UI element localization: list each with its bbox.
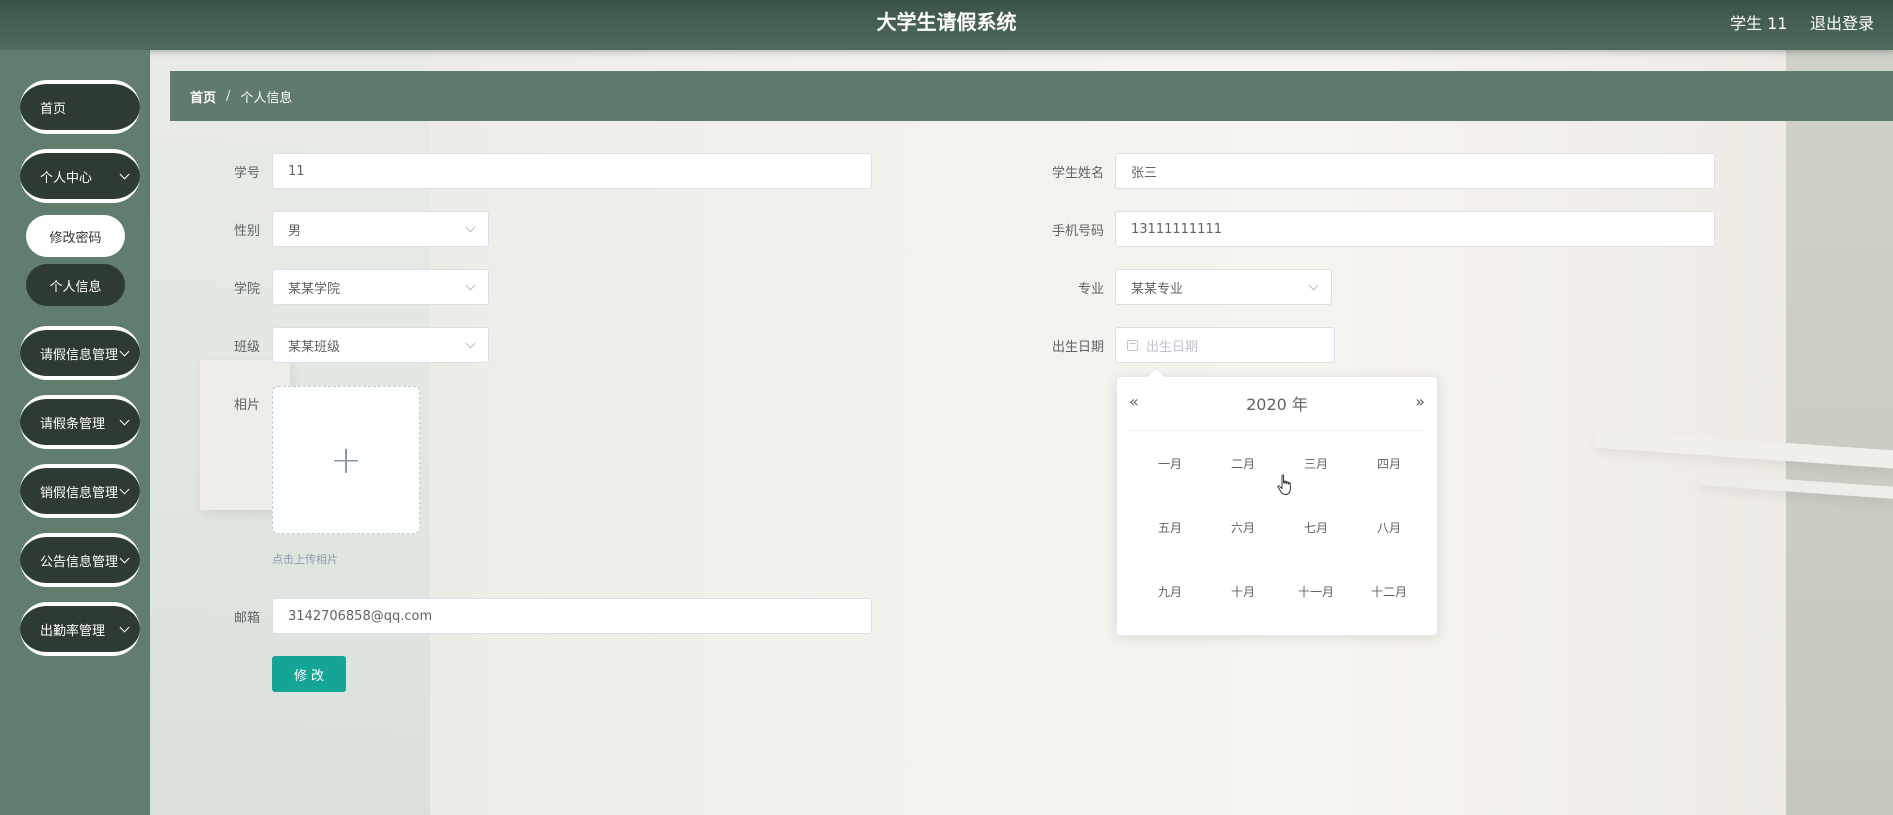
sidebar-item-label: 公告信息管理 — [40, 554, 119, 570]
month-cell[interactable]: 四月 — [1353, 455, 1425, 472]
phone-label: 手机号码 — [1051, 224, 1104, 239]
month-cell[interactable]: 十一月 — [1280, 583, 1352, 600]
sidebar-item-label: 请假信息管理 — [40, 347, 119, 363]
college-select[interactable]: 某某学院 — [272, 269, 489, 305]
chevron-down-icon — [119, 415, 130, 426]
calendar-icon — [1127, 339, 1138, 351]
year-month-picker: « 2020 年 » 一月 二月 三月 四月 五月 六月 七月 八月 九月 十月… — [1116, 376, 1438, 636]
chevron-down-icon — [119, 346, 130, 357]
email-field[interactable]: 3142706858@qq.com — [272, 598, 872, 634]
sidebar-subitem-label: 个人信息 — [49, 279, 102, 295]
birthdate-picker-input[interactable]: 出生日期 — [1115, 327, 1335, 363]
chevron-down-icon — [119, 553, 130, 564]
class-value: 某某班级 — [288, 339, 341, 355]
breadcrumb: 首页 / 个人信息 — [170, 71, 1893, 121]
sidebar-subitem-label: 修改密码 — [49, 230, 102, 246]
student-name-value: 张三 — [1131, 165, 1158, 181]
breadcrumb-current: 个人信息 — [240, 90, 293, 106]
student-name-field[interactable]: 张三 — [1115, 153, 1715, 189]
chevron-down-icon — [1308, 280, 1319, 291]
sidebar-subitem-change-password[interactable]: 修改密码 — [26, 215, 125, 257]
month-cell[interactable]: 十二月 — [1353, 583, 1425, 600]
chevron-down-icon — [119, 622, 130, 633]
chevron-down-icon — [465, 338, 476, 349]
logout-button[interactable]: 退出登录 — [1810, 10, 1874, 34]
picker-divider — [1129, 430, 1425, 431]
gender-select[interactable]: 男 — [272, 211, 489, 247]
sidebar-subitem-personal-info[interactable]: 个人信息 — [26, 264, 125, 306]
month-cell[interactable]: 八月 — [1353, 519, 1425, 536]
month-cell[interactable]: 十月 — [1207, 583, 1279, 600]
sidebar-item-attendance[interactable]: 出勤率管理 — [20, 602, 140, 656]
sidebar-item-home[interactable]: 首页 — [20, 80, 140, 134]
gender-label: 性别 — [233, 224, 260, 239]
student-id-field[interactable]: 11 — [272, 153, 872, 189]
sidebar-item-label: 个人中心 — [40, 170, 93, 186]
month-cell[interactable]: 九月 — [1134, 583, 1206, 600]
birthdate-placeholder: 出生日期 — [1146, 339, 1199, 355]
hand-cursor-icon — [1277, 474, 1291, 495]
college-label: 学院 — [233, 282, 260, 297]
month-cell[interactable]: 一月 — [1134, 455, 1206, 472]
month-cell[interactable]: 三月 — [1280, 455, 1352, 472]
sidebar-item-personal-center[interactable]: 个人中心 — [20, 149, 140, 203]
student-id-label: 学号 — [233, 166, 260, 181]
email-value: 3142706858@qq.com — [288, 608, 433, 624]
student-name-label: 学生姓名 — [1051, 166, 1104, 181]
sidebar-item-label: 请假条管理 — [40, 416, 106, 432]
photo-upload[interactable]: + — [272, 386, 420, 534]
chevron-down-icon — [465, 280, 476, 291]
chevron-down-icon — [465, 222, 476, 233]
photo-upload-tip: 点击上传相片 — [272, 553, 338, 566]
sidebar-item-label: 出勤率管理 — [40, 623, 106, 639]
top-bar: 大学生请假系统 学生 11 退出登录 — [0, 0, 1893, 50]
breadcrumb-separator: / — [226, 88, 231, 104]
birthdate-label: 出生日期 — [1051, 340, 1104, 355]
college-value: 某某学院 — [288, 281, 341, 297]
month-cell[interactable]: 二月 — [1207, 455, 1279, 472]
class-select[interactable]: 某某班级 — [272, 327, 489, 363]
submit-button[interactable]: 修 改 — [272, 656, 346, 692]
sidebar-item-announcements[interactable]: 公告信息管理 — [20, 533, 140, 587]
app-title: 大学生请假系统 — [876, 10, 1017, 34]
phone-field[interactable]: 13111111111 — [1115, 211, 1715, 247]
picker-year-label[interactable]: 2020 年 — [1117, 391, 1437, 415]
class-label: 班级 — [233, 340, 260, 355]
month-cell[interactable]: 六月 — [1207, 519, 1279, 536]
double-chevron-right-icon[interactable]: » — [1415, 392, 1425, 411]
sidebar-item-leave-cancel[interactable]: 销假信息管理 — [20, 464, 140, 518]
month-cell[interactable]: 五月 — [1134, 519, 1206, 536]
chevron-down-icon — [119, 484, 130, 495]
major-value: 某某专业 — [1131, 281, 1184, 297]
email-label: 邮箱 — [233, 611, 260, 626]
major-label: 专业 — [1077, 282, 1104, 297]
gender-value: 男 — [288, 223, 302, 239]
plus-icon: + — [330, 438, 362, 482]
chevron-down-icon — [119, 169, 130, 180]
phone-value: 13111111111 — [1131, 221, 1222, 237]
sidebar-item-leave-note[interactable]: 请假条管理 — [20, 395, 140, 449]
student-id-value: 11 — [288, 163, 305, 179]
background-right-wall — [1786, 50, 1893, 815]
sidebar: 首页 个人中心 修改密码 个人信息 请假信息管理 请假条管理 销假信息管理 公告… — [0, 50, 150, 815]
month-cell[interactable]: 七月 — [1280, 519, 1352, 536]
major-select[interactable]: 某某专业 — [1115, 269, 1332, 305]
photo-label: 相片 — [233, 398, 260, 413]
breadcrumb-home[interactable]: 首页 — [190, 87, 216, 106]
sidebar-item-label: 销假信息管理 — [40, 485, 119, 501]
sidebar-item-label: 首页 — [40, 101, 67, 117]
current-user: 学生 11 — [1730, 14, 1788, 33]
sidebar-item-leave-info[interactable]: 请假信息管理 — [20, 326, 140, 380]
